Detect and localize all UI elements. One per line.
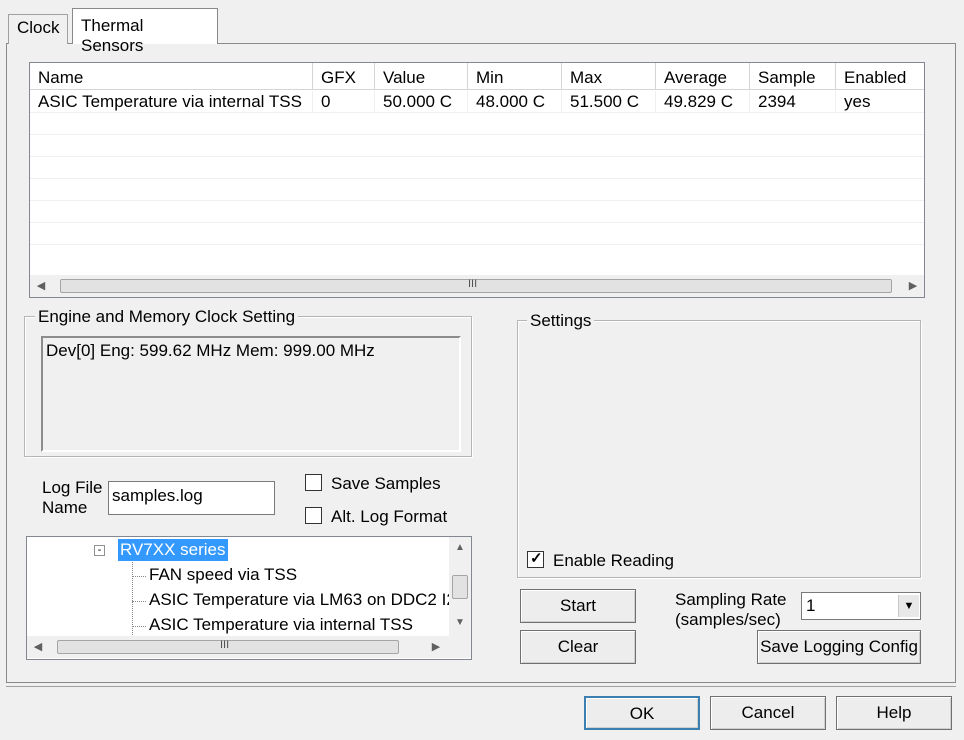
column-header-average[interactable]: Average bbox=[656, 63, 750, 90]
clock-setting-display: Dev[0] Eng: 599.62 MHz Mem: 999.00 MHz bbox=[41, 336, 461, 452]
clock-setting-title: Engine and Memory Clock Setting bbox=[35, 307, 299, 327]
column-header-value[interactable]: Value bbox=[375, 63, 468, 90]
column-header-name[interactable]: Name bbox=[30, 63, 313, 90]
tree-connector-line bbox=[132, 601, 146, 602]
save-logging-config-button[interactable]: Save Logging Config bbox=[757, 630, 921, 664]
scroll-down-arrow-icon[interactable]: ▼ bbox=[449, 612, 471, 634]
sampling-rate-unit-label: (samples/sec) bbox=[675, 610, 781, 629]
enable-reading-checkbox[interactable]: ✓ bbox=[527, 550, 544, 568]
cell-name: ASIC Temperature via internal TSS bbox=[30, 91, 313, 113]
footer-divider bbox=[6, 686, 956, 687]
tree-item-asic-temp-internal[interactable]: ASIC Temperature via internal TSS bbox=[149, 615, 413, 635]
cell-value: 50.000 C bbox=[375, 91, 468, 113]
cell-average: 49.829 C bbox=[656, 91, 750, 113]
sampling-rate-value: 1 bbox=[806, 596, 816, 615]
tree-horizontal-scrollbar[interactable]: ◀ III ▶ bbox=[27, 636, 471, 658]
tree-vertical-scrollbar[interactable]: ▲ ▼ bbox=[449, 537, 471, 636]
cell-min: 48.000 C bbox=[468, 91, 562, 113]
cell-max: 51.500 C bbox=[562, 91, 656, 113]
save-samples-checkbox[interactable] bbox=[305, 474, 322, 491]
scroll-grip: III bbox=[468, 278, 478, 290]
column-header-max[interactable]: Max bbox=[562, 63, 656, 90]
tree-item-asic-temp-lm63[interactable]: ASIC Temperature via LM63 on DDC2 I2 bbox=[149, 590, 449, 610]
scroll-right-arrow-icon[interactable]: ▶ bbox=[425, 636, 447, 658]
sampling-rate-label: Sampling Rate bbox=[675, 590, 787, 609]
checkmark-icon: ✓ bbox=[530, 550, 543, 567]
cell-enabled: yes bbox=[844, 92, 871, 111]
table-row[interactable]: ASIC Temperature via internal TSS 0 50.0… bbox=[30, 91, 924, 113]
help-button[interactable]: Help bbox=[836, 696, 952, 730]
scroll-right-arrow-icon[interactable]: ▶ bbox=[902, 275, 924, 297]
chevron-down-icon[interactable]: ▼ bbox=[898, 595, 919, 617]
tab-clock[interactable]: Clock bbox=[8, 14, 68, 44]
table-header: Name GFX Value Min Max Average Sample En… bbox=[30, 63, 924, 90]
tree-item-rv7xx-series[interactable]: RV7XX series bbox=[118, 539, 228, 561]
empty-row bbox=[30, 179, 924, 201]
collapse-toggle-icon[interactable]: - bbox=[94, 545, 105, 556]
clear-button[interactable]: Clear bbox=[520, 630, 636, 664]
empty-row bbox=[30, 135, 924, 157]
start-button[interactable]: Start bbox=[520, 589, 636, 623]
cell-sample: 2394 bbox=[750, 91, 836, 113]
empty-row bbox=[30, 113, 924, 135]
alt-log-format-label[interactable]: Alt. Log Format bbox=[331, 507, 447, 527]
tab-thermal-sensors-label: Thermal Sensors bbox=[81, 16, 144, 55]
scroll-left-arrow-icon[interactable]: ◀ bbox=[27, 636, 49, 658]
column-header-sample[interactable]: Sample bbox=[750, 63, 836, 90]
settings-title: Settings bbox=[527, 311, 595, 331]
log-file-value: samples.log bbox=[112, 486, 203, 505]
sampling-rate-select[interactable]: 1 ▼ bbox=[801, 592, 921, 620]
column-header-gfx[interactable]: GFX bbox=[313, 63, 375, 90]
ok-button[interactable]: OK bbox=[584, 696, 700, 730]
empty-row bbox=[30, 157, 924, 179]
log-file-input[interactable]: samples.log bbox=[108, 481, 275, 515]
tree-item-fan-speed[interactable]: FAN speed via TSS bbox=[149, 565, 297, 585]
table-horizontal-scrollbar[interactable]: ◀ III ▶ bbox=[30, 275, 924, 297]
tree-connector-line bbox=[132, 626, 146, 627]
scrollbar-thumb[interactable] bbox=[452, 575, 468, 599]
tab-thermal-sensors[interactable]: Thermal Sensors bbox=[72, 8, 218, 55]
empty-row bbox=[30, 245, 924, 267]
empty-row bbox=[30, 201, 924, 223]
log-file-name-label: Name bbox=[42, 498, 88, 517]
column-header-enabled[interactable]: Enabled bbox=[836, 63, 924, 90]
empty-row bbox=[30, 223, 924, 245]
clock-setting-group: Dev[0] Eng: 599.62 MHz Mem: 999.00 MHz bbox=[24, 316, 472, 457]
tab-clock-label: Clock bbox=[17, 18, 60, 37]
scroll-left-arrow-icon[interactable]: ◀ bbox=[30, 275, 52, 297]
cell-gfx: 0 bbox=[313, 91, 375, 113]
enable-reading-label[interactable]: Enable Reading bbox=[553, 551, 674, 571]
clock-setting-text: Dev[0] Eng: 599.62 MHz Mem: 999.00 MHz bbox=[46, 341, 375, 360]
sensor-table[interactable]: Name GFX Value Min Max Average Sample En… bbox=[29, 62, 925, 298]
save-samples-label[interactable]: Save Samples bbox=[331, 474, 441, 494]
settings-group bbox=[517, 320, 921, 578]
scroll-up-arrow-icon[interactable]: ▲ bbox=[449, 537, 471, 559]
device-tree[interactable]: - RV7XX series FAN speed via TSS ASIC Te… bbox=[26, 536, 472, 660]
tree-connector-line bbox=[132, 576, 146, 577]
cancel-button[interactable]: Cancel bbox=[710, 696, 826, 730]
scroll-grip: III bbox=[220, 639, 230, 651]
column-header-min[interactable]: Min bbox=[468, 63, 562, 90]
alt-log-format-checkbox[interactable] bbox=[305, 507, 322, 524]
log-file-label: Log File bbox=[42, 478, 103, 497]
